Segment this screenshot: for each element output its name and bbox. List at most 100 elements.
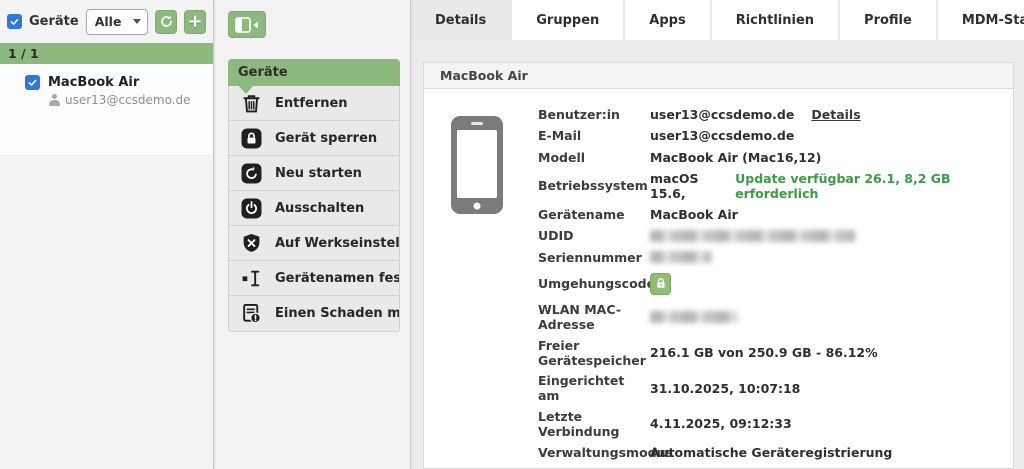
detail-value-text: MacBook Air (Mac16,12) [650, 150, 821, 165]
lock-icon [240, 127, 262, 149]
device-item-header: MacBook Air [25, 75, 205, 90]
redacted-value [650, 311, 738, 323]
device-filter-select[interactable]: Alle [86, 9, 148, 35]
device-filter-value: Alle [95, 14, 122, 29]
select-all-checkbox[interactable] [7, 14, 22, 29]
actions-menu: Geräte Entfernen Gerät sperren Neu starten… [228, 59, 400, 332]
detail-label: E-Mail [538, 128, 650, 143]
detail-value: Automatische Geräteregistrierung [650, 445, 892, 460]
detail-label: Gerätename [538, 207, 650, 222]
trash-icon [240, 92, 262, 114]
refresh-icon [159, 14, 174, 29]
tab-bar: DetailsGruppenAppsRichtlinienProfileMDM-… [411, 0, 1024, 40]
detail-label: Verwaltungsmodus [538, 445, 650, 460]
detail-value [650, 230, 855, 242]
details-panel: DetailsGruppenAppsRichtlinienProfileMDM-… [411, 0, 1024, 469]
detail-value-text: user13@ccsdemo.de [650, 107, 794, 122]
detail-value-text: user13@ccsdemo.de [650, 128, 794, 143]
detail-value-text: macOS 15.6, [650, 171, 731, 201]
detail-value: macOS 15.6,Update verfügbar 26.1, 8,2 GB… [650, 171, 1013, 201]
redacted-value [650, 251, 712, 263]
actions-menu-header: Geräte [228, 59, 400, 86]
detail-value: 4.11.2025, 09:12:33 [650, 416, 792, 431]
device-name: MacBook Air [48, 75, 139, 90]
bypass-code-button[interactable] [650, 273, 671, 295]
device-list-item[interactable]: MacBook Air user13@ccsdemo.de [0, 73, 213, 109]
add-icon: + [187, 13, 202, 31]
collapse-panel-icon [235, 17, 259, 33]
tab-richtlinien[interactable]: Richtlinien [712, 0, 838, 40]
detail-row: Letzte Verbindung4.11.2025, 09:12:33 [538, 409, 1013, 439]
detail-label: Seriennummer [538, 250, 650, 265]
device-list: MacBook Air user13@ccsdemo.de [0, 64, 213, 156]
damage-report-icon [240, 303, 262, 325]
tab-apps[interactable]: Apps [625, 0, 709, 40]
detail-row: UDID [538, 228, 1013, 244]
detail-label: Freier Gerätespeicher [538, 338, 650, 368]
detail-label: UDID [538, 228, 650, 243]
collapse-panel-button[interactable] [228, 11, 266, 38]
detail-row: Benutzer:inuser13@ccsdemo.deDetails [538, 106, 1013, 122]
tab-profile[interactable]: Profile [840, 0, 936, 40]
detail-row: WLAN MAC-Adresse [538, 302, 1013, 332]
add-device-button[interactable]: + [184, 10, 206, 34]
actions-menu-items: Entfernen Gerät sperren Neu starten Ausscha… [228, 86, 400, 332]
detail-row: ModellMacBook Air (Mac16,12) [538, 149, 1013, 165]
device-detail-card: MacBook Air Benutzer:inuser13@ccsdemo.de… [423, 62, 1014, 469]
menu-item-label: Entfernen [275, 96, 348, 111]
menu-item-ausschalten[interactable]: Ausschalten [229, 191, 399, 226]
device-list-toolbar: Geräte Alle + [0, 0, 213, 43]
detail-value-text: 31.10.2025, 10:07:18 [650, 381, 800, 396]
device-list-panel: Geräte Alle + 1 / 1 MacBook Airuser13@cc… [0, 0, 214, 469]
mdm-console: Geräte Alle + 1 / 1 MacBook Airuser13@cc… [0, 0, 1024, 469]
detail-value: MacBook Air [650, 207, 738, 222]
detail-label: Umgehungscode [538, 276, 650, 291]
detail-value [650, 251, 712, 263]
menu-item-label: Einen Schaden melden [275, 306, 400, 321]
menu-item-label: Gerät sperren [275, 131, 377, 146]
detail-row: E-Mailuser13@ccsdemo.de [538, 128, 1013, 144]
menu-item-label: Ausschalten [275, 201, 364, 216]
detail-card-title: MacBook Air [424, 63, 1013, 89]
menu-pointer [238, 85, 254, 94]
detail-label: Modell [538, 150, 650, 165]
detail-value: user13@ccsdemo.de Details [650, 107, 861, 122]
redacted-value [650, 230, 855, 242]
rename-cursor-icon [240, 267, 262, 289]
actions-panel: Geräte Entfernen Gerät sperren Neu starten… [214, 0, 411, 469]
detail-label: Letzte Verbindung [538, 409, 650, 439]
device-filter-label: Geräte [29, 14, 79, 29]
detail-rows: Benutzer:inuser13@ccsdemo.deDetailsE-Mai… [538, 106, 1013, 468]
device-user-row: user13@ccsdemo.de [49, 93, 205, 107]
menu-item-einen-schaden-melden[interactable]: Einen Schaden melden [229, 296, 399, 331]
detail-value-text: MacBook Air [650, 207, 738, 222]
menu-item-label: Auf Werkseinstellungen z... [275, 236, 400, 251]
menu-item-label: Neu starten [275, 166, 362, 181]
restart-icon [240, 162, 262, 184]
menu-item-ger-t-sperren[interactable]: Gerät sperren [229, 121, 399, 156]
detail-row: BetriebssystemmacOS 15.6,Update verfügba… [538, 171, 1013, 201]
device-checkbox[interactable] [25, 75, 40, 90]
menu-item-neu-starten[interactable]: Neu starten [229, 156, 399, 191]
detail-value: 31.10.2025, 10:07:18 [650, 381, 800, 396]
detail-value [650, 273, 671, 295]
device-user: user13@ccsdemo.de [65, 93, 191, 107]
menu-item-auf-werkseinstellungen-z[interactable]: Auf Werkseinstellungen z... [229, 226, 399, 261]
device-icon-column [450, 106, 538, 468]
detail-value: 216.1 GB von 250.9 GB - 86.12% [650, 345, 878, 360]
detail-row: VerwaltungsmodusAutomatische Geräteregis… [538, 444, 1013, 460]
tab-mdm-status[interactable]: MDM-Status [938, 0, 1024, 40]
detail-value [650, 311, 738, 323]
menu-item-ger-tenamen-festlegen[interactable]: Gerätenamen festlegen [229, 261, 399, 296]
detail-row: Eingerichtet am31.10.2025, 10:07:18 [538, 373, 1013, 403]
factory-reset-shield-icon [240, 232, 262, 254]
detail-label: Betriebssystem [538, 178, 650, 193]
menu-item-entfernen[interactable]: Entfernen [229, 86, 399, 121]
update-available-text: Update verfügbar 26.1, 8,2 GB erforderli… [735, 171, 1013, 201]
detail-row: Freier Gerätespeicher216.1 GB von 250.9 … [538, 338, 1013, 368]
refresh-button[interactable] [155, 10, 177, 34]
tab-details[interactable]: Details [411, 0, 510, 40]
detail-value-text: 4.11.2025, 09:12:33 [650, 416, 792, 431]
details-link[interactable]: Details [811, 107, 860, 122]
tab-gruppen[interactable]: Gruppen [512, 0, 623, 40]
